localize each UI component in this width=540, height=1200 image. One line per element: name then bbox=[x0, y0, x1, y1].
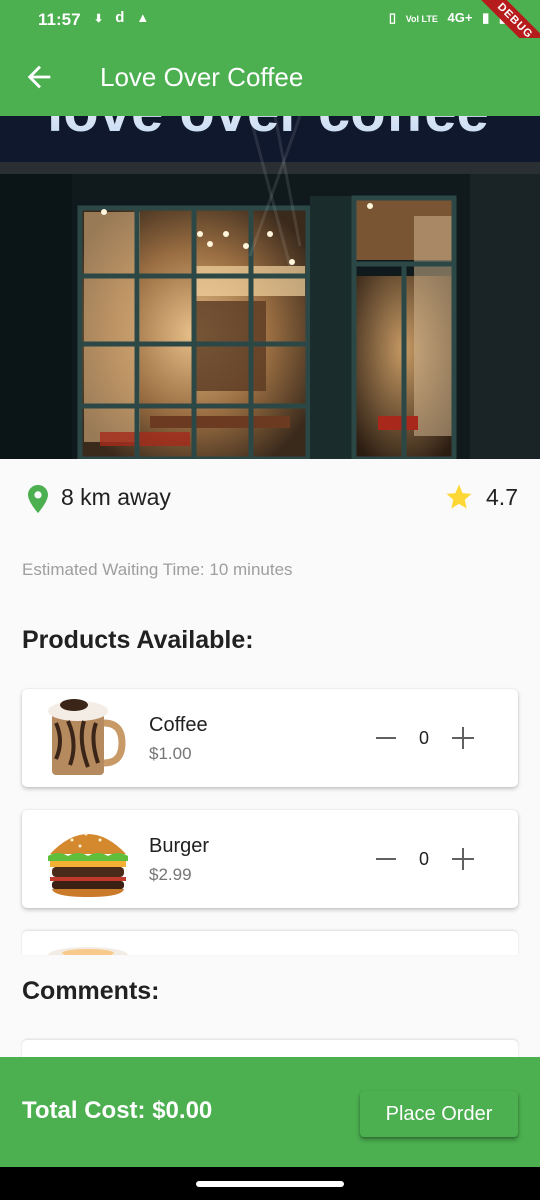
rating-value: 4.7 bbox=[486, 484, 518, 510]
network-label: 4G+ bbox=[447, 10, 473, 25]
comments-heading: Comments: bbox=[22, 977, 160, 1005]
distance-text: 8 km away bbox=[61, 484, 171, 510]
plus-icon[interactable] bbox=[452, 727, 474, 749]
products-heading: Products Available: bbox=[22, 626, 254, 654]
status-d-label: d bbox=[115, 9, 125, 26]
app-bar: Love Over Coffee bbox=[0, 38, 540, 116]
location-pin-icon bbox=[28, 485, 48, 513]
order-bar: Total Cost: $0.00 Place Order bbox=[0, 1057, 540, 1167]
quantity-value: 0 bbox=[418, 728, 429, 748]
plus-icon[interactable] bbox=[452, 848, 474, 870]
product-card-coffee: Coffee $1.00 0 bbox=[22, 689, 518, 787]
status-left-icons: ⬇ d ▲ bbox=[94, 9, 161, 26]
download-icon: ⬇ bbox=[94, 13, 104, 25]
estimated-wait-time: Estimated Waiting Time: 10 minutes bbox=[22, 560, 293, 579]
burger-image bbox=[48, 832, 128, 897]
product-name: Coffee bbox=[149, 714, 208, 736]
quantity-value: 0 bbox=[418, 849, 429, 869]
volte-label: Vol LTE bbox=[405, 14, 438, 24]
product-price: $2.99 bbox=[149, 865, 192, 884]
minus-icon[interactable] bbox=[376, 848, 396, 870]
status-right: ▯ Vol LTE 4G+ ▮ ▮ bbox=[383, 10, 506, 26]
status-time: 11:57 bbox=[38, 10, 81, 29]
product-image-partial bbox=[48, 947, 128, 955]
product-card-partial bbox=[22, 931, 518, 955]
signal-icon: ▮ bbox=[482, 10, 490, 25]
page-title: Love Over Coffee bbox=[100, 62, 304, 92]
vibrate-icon: ▯ bbox=[388, 10, 397, 25]
home-indicator[interactable] bbox=[196, 1181, 344, 1187]
total-cost: Total Cost: $0.00 bbox=[22, 1097, 213, 1124]
status-bar: 11:57 ⬇d▲ ▯ Vol LTE 4G+ ▮ ▮ DEBUG bbox=[0, 0, 540, 67]
storefront-sign: love over coffee bbox=[47, 116, 489, 144]
location-rating-row: 8 km away 4.7 bbox=[22, 482, 518, 514]
system-nav-bar bbox=[0, 1167, 540, 1200]
product-card-burger: Burger $2.99 0 bbox=[22, 810, 518, 908]
product-price: $1.00 bbox=[149, 744, 192, 763]
coffee-image bbox=[48, 699, 126, 775]
arrow-back-icon[interactable] bbox=[22, 60, 56, 94]
alert-icon: ▲ bbox=[136, 10, 150, 25]
cafe-storefront-image: love over coffee bbox=[0, 116, 540, 459]
place-order-button[interactable]: Place Order bbox=[360, 1091, 518, 1137]
minus-icon[interactable] bbox=[376, 727, 396, 749]
product-name: Burger bbox=[149, 835, 210, 857]
star-icon bbox=[446, 484, 472, 509]
